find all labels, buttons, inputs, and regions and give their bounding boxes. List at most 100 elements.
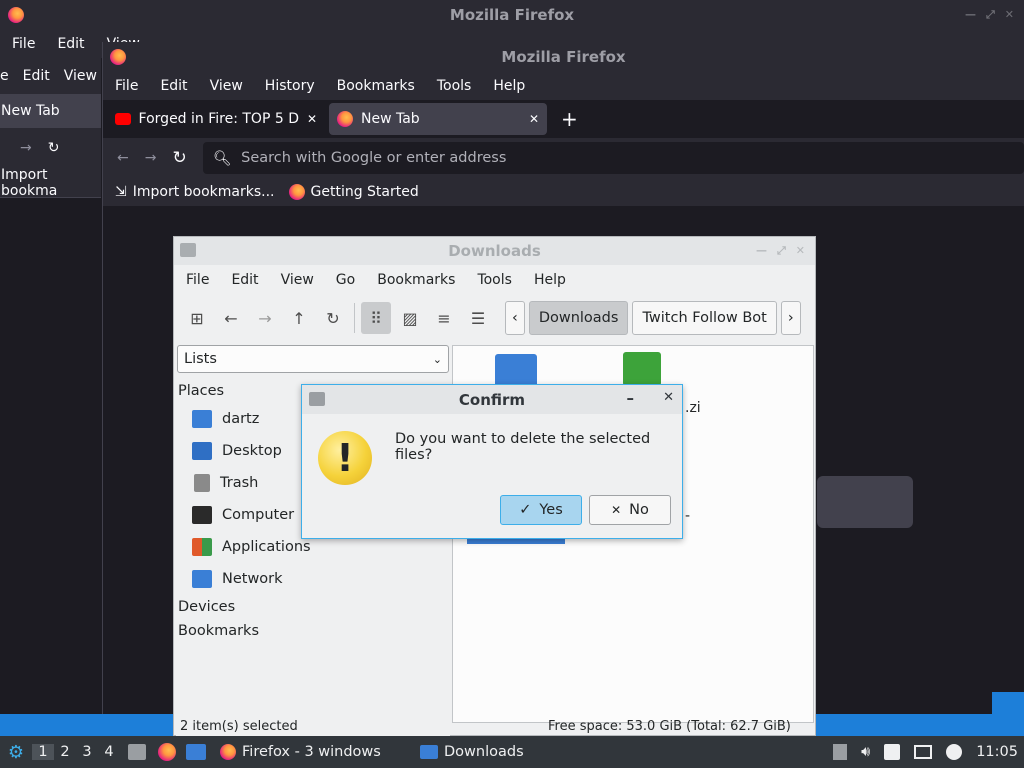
reload-icon[interactable]: ↻ [172, 148, 186, 168]
reload-icon[interactable]: ↻ [48, 140, 60, 156]
menu-edit[interactable]: Edit [57, 36, 84, 52]
side-pane-select[interactable]: Lists ⌄ [177, 345, 449, 373]
place-label: Desktop [222, 443, 282, 459]
place-network[interactable]: Network [176, 563, 450, 595]
tab-new-tab[interactable]: New Tab [1, 103, 60, 119]
breadcrumb-right-icon[interactable]: › [780, 301, 801, 335]
menu-file[interactable]: File [186, 272, 209, 288]
menu-partial[interactable]: e [0, 68, 9, 84]
workspace-3[interactable]: 3 [76, 744, 98, 760]
close-icon[interactable]: ✕ [663, 390, 674, 405]
firefox-launcher-icon[interactable] [158, 743, 176, 761]
yes-button[interactable]: ✓ Yes [500, 495, 582, 525]
window-title: Downloads [448, 242, 541, 260]
task-label: Firefox - 3 windows [242, 744, 381, 760]
bookmark-import[interactable]: Import bookma [1, 167, 101, 199]
tab-youtube[interactable]: Forged in Fire: TOP 5 DE/ ✕ [107, 103, 325, 135]
menu-history[interactable]: History [265, 78, 315, 94]
forward-icon[interactable]: → [250, 302, 280, 334]
task-downloads[interactable]: Downloads [412, 736, 532, 768]
firefox-menubar: File Edit View History Bookmarks Tools H… [103, 72, 1024, 100]
menu-go[interactable]: Go [336, 272, 355, 288]
menu-bookmarks[interactable]: Bookmarks [377, 272, 455, 288]
back-icon[interactable]: ← [117, 150, 129, 166]
back-icon[interactable]: ← [216, 302, 246, 334]
maximize-icon[interactable]: ⤢ [986, 8, 995, 22]
new-tab-plus-icon[interactable]: + [561, 107, 578, 131]
place-label: dartz [222, 411, 260, 427]
breadcrumb-downloads[interactable]: Downloads [528, 301, 629, 335]
reload-icon[interactable]: ↻ [318, 302, 348, 334]
menu-tools[interactable]: Tools [437, 78, 472, 94]
forward-icon[interactable]: → [20, 140, 32, 156]
desktop-launcher-icon[interactable] [186, 744, 206, 760]
file-manager-menubar: File Edit View Go Bookmarks Tools Help [174, 265, 815, 295]
bookmark-import[interactable]: ⇲ Import bookmarks... [115, 184, 275, 200]
menu-file[interactable]: File [12, 36, 35, 52]
task-firefox[interactable]: Firefox - 3 windows [212, 736, 412, 768]
workspace-1[interactable]: 1 [32, 744, 54, 760]
dialog-message: Do you want to delete the selected files… [395, 431, 651, 463]
place-label: Applications [222, 539, 311, 555]
compact-view-icon[interactable]: ≡ [429, 302, 459, 334]
close-tab-icon[interactable]: ✕ [307, 112, 317, 126]
thumbnail-view-icon[interactable]: ▨ [395, 302, 425, 334]
youtube-icon [115, 113, 131, 125]
tab-strip: Forged in Fire: TOP 5 DE/ ✕ New Tab ✕ + [103, 100, 1024, 138]
forward-icon[interactable]: → [145, 150, 157, 166]
volume-icon[interactable]: 🔊︎ [861, 744, 870, 760]
display-icon[interactable] [914, 745, 933, 759]
network-icon [192, 570, 212, 588]
detail-view-icon[interactable]: ☰ [463, 302, 493, 334]
task-label: Downloads [444, 744, 524, 760]
menu-view[interactable]: View [281, 272, 314, 288]
computer-icon [192, 506, 212, 524]
menu-help[interactable]: Help [534, 272, 566, 288]
menu-bookmarks[interactable]: Bookmarks [337, 78, 415, 94]
window-title: Mozilla Firefox [449, 6, 575, 24]
zip-archive-icon[interactable] [623, 352, 661, 386]
menu-help[interactable]: Help [493, 78, 525, 94]
menu-view[interactable]: View [64, 68, 97, 84]
navigation-bar: ← → ↻ 🔍︎ Search with Google or enter add… [103, 138, 1024, 178]
menu-edit[interactable]: Edit [231, 272, 258, 288]
close-icon[interactable]: ✕ [796, 244, 805, 258]
bookmark-label: Getting Started [310, 184, 419, 200]
no-button[interactable]: ✕ No [589, 495, 671, 525]
menu-edit[interactable]: Edit [160, 78, 187, 94]
dialog-title: Confirm [458, 390, 526, 409]
folder-icon [309, 392, 325, 406]
desktop-background [0, 714, 173, 736]
up-icon[interactable]: ↑ [284, 302, 314, 334]
clock[interactable]: 11:05 [976, 744, 1018, 760]
icon-view-icon[interactable]: ⠿ [361, 302, 391, 334]
minimize-icon[interactable]: — [965, 8, 976, 22]
close-icon[interactable]: ✕ [1005, 8, 1014, 22]
menu-edit[interactable]: Edit [23, 68, 50, 84]
check-icon: ✓ [519, 502, 532, 518]
breadcrumb-twitch-follow-bot[interactable]: Twitch Follow Bot [632, 301, 777, 335]
app-menu-icon[interactable]: ⚙ [0, 742, 32, 763]
new-tab-icon[interactable]: ⊞ [182, 302, 212, 334]
workspace-4[interactable]: 4 [98, 744, 120, 760]
network-status-icon[interactable] [946, 744, 963, 760]
file-manager-launcher-icon[interactable] [128, 744, 146, 760]
workspace-2[interactable]: 2 [54, 744, 76, 760]
updates-icon[interactable] [833, 744, 848, 760]
menu-view[interactable]: View [210, 78, 243, 94]
minimize-icon[interactable]: — [756, 244, 767, 258]
bookmarks-header: Bookmarks [178, 623, 260, 639]
breadcrumb-left-icon[interactable]: ‹ [505, 301, 525, 335]
url-bar[interactable]: 🔍︎ Search with Google or enter address [202, 142, 1024, 174]
newtab-tile[interactable] [817, 476, 913, 528]
menu-tools[interactable]: Tools [477, 272, 512, 288]
close-tab-icon[interactable]: ✕ [529, 112, 539, 126]
clipboard-icon[interactable] [884, 744, 901, 760]
import-icon: ⇲ [115, 184, 127, 200]
maximize-icon[interactable]: ⤢ [777, 244, 786, 258]
minimize-icon[interactable]: – [627, 389, 635, 407]
menu-file[interactable]: File [115, 78, 138, 94]
bookmark-getting-started[interactable]: Getting Started [288, 184, 419, 200]
tab-new-tab[interactable]: New Tab ✕ [329, 103, 547, 135]
folder-icon[interactable] [495, 354, 537, 384]
